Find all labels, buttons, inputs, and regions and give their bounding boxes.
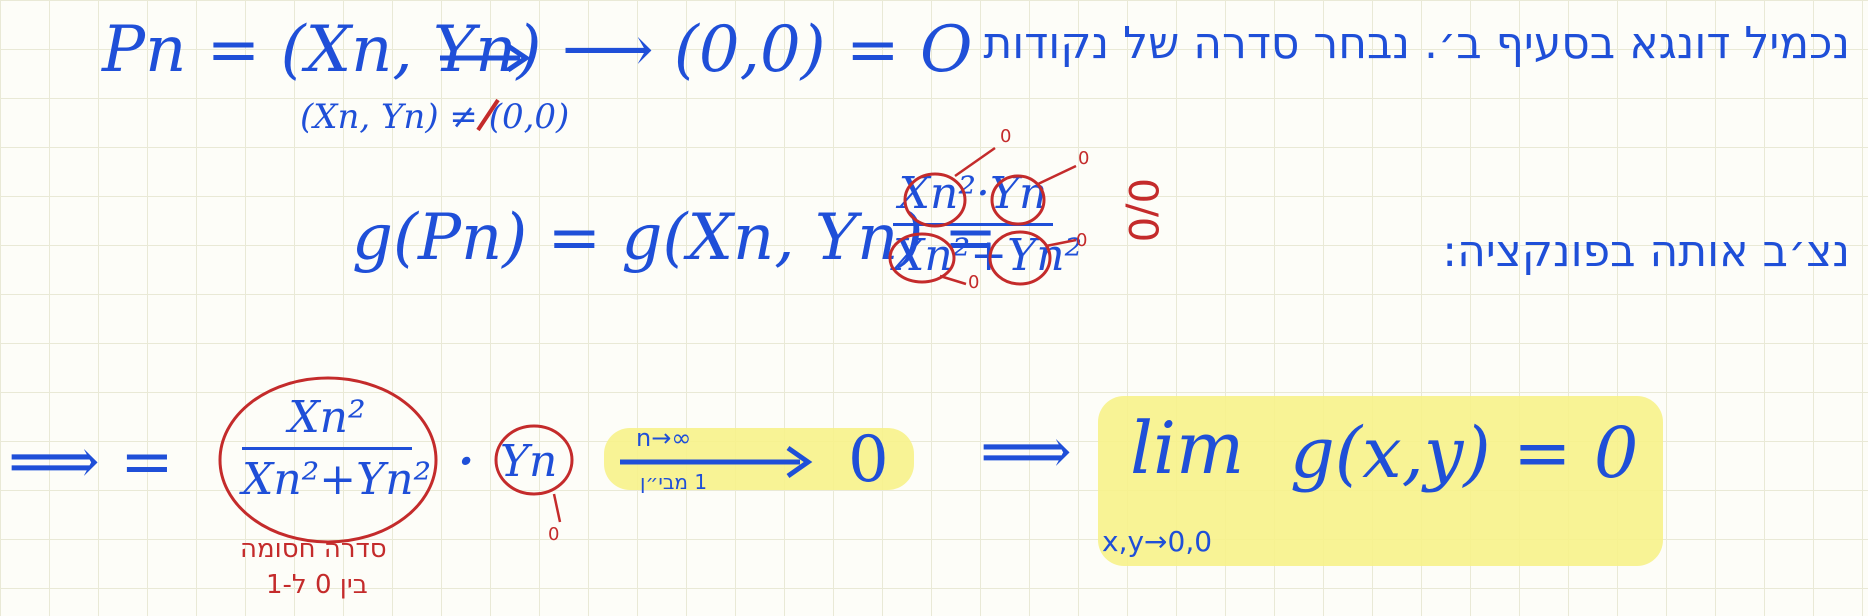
implies-equals: ⟹ =: [8, 425, 174, 499]
red-zero-mark-3: 0: [1076, 230, 1088, 251]
pn-condition-text: (Xn, Yn) ≠ (0,0): [300, 97, 570, 137]
implies-second: ⟹: [980, 415, 1072, 489]
g-fraction: Xn²·Yn Xn²+Yn²: [893, 168, 1082, 281]
yn-tends-zero: 0: [548, 524, 560, 545]
red-zero-mark-2: 0: [1078, 148, 1090, 169]
bounded-fraction-denominator: Xn²+Yn²: [242, 454, 432, 505]
g-fraction-bar: [893, 223, 1053, 226]
red-zero-mark-4: 0: [968, 272, 980, 293]
pn-definition: Pn = (Xn, Yn) ⟶ (0,0) = O: [102, 13, 973, 87]
bounded-note-line1: סדרה חסומה: [240, 534, 387, 564]
multiplication-dot: ·: [456, 425, 477, 499]
g-fraction-denominator: Xn²+Yn²: [893, 230, 1083, 281]
arrow-label-bottom: 1 מבי״ן: [640, 470, 708, 494]
hebrew-substitute-line: נצ׳ב אותה בפונקציה:: [1442, 226, 1850, 277]
arrow-result-zero: 0: [848, 423, 889, 497]
bounded-fraction-numerator: Xn²: [288, 392, 366, 443]
hebrew-intro-line: נכמיל דונגא בסעיף ב׳. נבחר סדרה של נקודו…: [983, 18, 1850, 69]
zero-over-zero: 0/0: [1119, 178, 1165, 247]
bounded-fraction-bar: [242, 447, 412, 450]
bounded-fraction: Xn² Xn²+Yn²: [242, 392, 431, 505]
yn-term: Yn: [500, 436, 558, 487]
limit-result: g(x,y) = 0: [1290, 412, 1639, 494]
lim-operator: lim: [1130, 406, 1245, 490]
lim-subscript: x,y→0,0: [1102, 525, 1213, 558]
pn-condition: (Xn, Yn) ≠ (0,0): [300, 100, 569, 134]
g-fraction-numerator: Xn²·Yn: [898, 168, 1048, 219]
bounded-note-line2: בין 0 ל-1: [266, 570, 368, 600]
zero-over-zero-text: 0/0: [1119, 178, 1165, 243]
red-zero-mark-1: 0: [1000, 126, 1012, 147]
arrow-label-top: n→∞: [636, 424, 692, 452]
